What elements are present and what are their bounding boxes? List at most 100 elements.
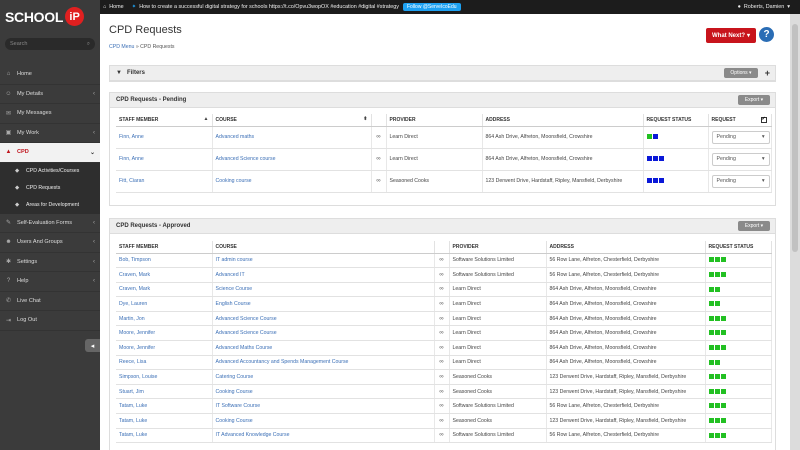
staff-member-link[interactable]: Tatam, Luke <box>116 428 213 444</box>
scrollbar-thumb[interactable] <box>792 24 798 252</box>
col-request-status[interactable]: REQUEST STATUS <box>705 241 772 254</box>
user-menu[interactable]: ● Roberts, Damien ▾ <box>738 4 790 10</box>
link-cell[interactable]: ∞ <box>434 398 450 415</box>
sidebar-item-my-details[interactable]: ☺ My Details ‹ <box>0 85 100 104</box>
course-link[interactable]: Cooking course <box>212 170 372 193</box>
pending-export-button[interactable]: Export ▾ <box>738 95 770 105</box>
sidebar-item-areas-development[interactable]: ◆ Areas for Development <box>0 197 100 214</box>
approved-export-button[interactable]: Export ▾ <box>738 221 770 231</box>
staff-member-link[interactable]: Stuart, Jim <box>116 384 213 400</box>
sidebar-collapse-button[interactable]: ◂ <box>85 339 100 352</box>
status-square <box>646 156 652 162</box>
link-cell[interactable]: ∞ <box>371 126 387 149</box>
staff-member-link[interactable]: Craven, Mark <box>116 282 213 298</box>
col-provider[interactable]: PROVIDER <box>449 241 547 254</box>
sidebar-item-help[interactable]: ? Help ‹ <box>0 272 100 292</box>
course-link[interactable]: Advanced IT <box>212 267 435 283</box>
home-link[interactable]: ⌂ Home <box>103 4 124 10</box>
request-select[interactable]: Pending ▾ <box>711 174 770 188</box>
sidebar-item-log-out[interactable]: ⇥ Log Out <box>0 311 100 331</box>
course-link[interactable]: Science Course <box>212 282 435 298</box>
sidebar-item-cpd[interactable]: ▲ CPD ⌄ <box>0 143 100 163</box>
school-ip-logo[interactable]: SCHOOL iP <box>0 0 100 33</box>
sidebar-item-home[interactable]: ⌂ Home <box>0 65 100 85</box>
course-link[interactable]: Catering Course <box>212 369 435 385</box>
staff-member-link[interactable]: Finn, Anne <box>116 148 213 171</box>
twitter-follow-button[interactable]: Follow @ServeIcoEdu <box>402 3 461 11</box>
col-request-status[interactable]: REQUEST STATUS <box>643 114 709 127</box>
staff-member-link[interactable]: Tatam, Luke <box>116 398 213 415</box>
link-cell[interactable]: ∞ <box>434 325 450 342</box>
col-address[interactable]: ADDRESS <box>546 241 706 254</box>
link-cell[interactable]: ∞ <box>434 282 450 298</box>
col-staff-member[interactable]: STAFF MEMBER <box>116 241 213 254</box>
status-square <box>658 156 664 162</box>
staff-member-link[interactable]: Moore, Jennifer <box>116 340 213 356</box>
course-link[interactable]: Advanced Science Course <box>212 325 435 342</box>
sidebar-item-self-evaluation[interactable]: ✎ Self-Evaluation Forms ‹ <box>0 214 100 233</box>
staff-member-link[interactable]: Fitt, Ciaran <box>116 170 213 193</box>
link-cell[interactable]: ∞ <box>371 170 387 193</box>
col-request[interactable]: REQUEST <box>708 114 772 127</box>
course-link[interactable]: Advanced maths <box>212 126 372 149</box>
link-cell[interactable]: ∞ <box>434 267 450 283</box>
link-cell[interactable]: ∞ <box>434 428 450 444</box>
page-scrollbar[interactable] <box>790 14 800 450</box>
link-cell[interactable]: ∞ <box>434 296 450 312</box>
select-all-checkbox[interactable] <box>760 116 767 123</box>
sidebar-item-my-work[interactable]: ▣ My Work ‹ <box>0 124 100 143</box>
staff-member-link[interactable]: Finn, Anne <box>116 126 213 149</box>
course-link[interactable]: Advanced Accountancy and Spends Manageme… <box>212 355 435 371</box>
add-filter-button[interactable]: + <box>765 68 770 78</box>
help-button[interactable]: ? <box>759 27 774 42</box>
col-staff-member[interactable]: STAFF MEMBER ▲ <box>116 114 213 127</box>
course-link[interactable]: IT Software Course <box>212 398 435 415</box>
twitter-ticker[interactable]: ✦ How to create a successful digital str… <box>132 4 399 10</box>
staff-member-link[interactable]: Simpson, Louise <box>116 369 213 385</box>
staff-member-link[interactable]: Reece, Lisa <box>116 355 213 371</box>
staff-member-link[interactable]: Moore, Jennifer <box>116 325 213 342</box>
sidebar-item-cpd-activities[interactable]: ◆ CPD Activities/Courses <box>0 163 100 180</box>
breadcrumb-cpd-menu[interactable]: CPD Menu <box>109 44 134 50</box>
link-cell[interactable]: ∞ <box>434 340 450 356</box>
request-select[interactable]: Pending ▾ <box>711 152 770 166</box>
filters-panel: ▼ Filters Options ▾ + <box>109 65 776 82</box>
sidebar-item-settings[interactable]: ✱ Settings ‹ <box>0 253 100 272</box>
course-link[interactable]: English Course <box>212 296 435 312</box>
sidebar-item-my-messages[interactable]: ✉ My Messages <box>0 104 100 124</box>
search-input[interactable]: Search <box>10 41 27 47</box>
link-cell[interactable]: ∞ <box>434 311 450 327</box>
course-link[interactable]: IT Advanced Knowledge Course <box>212 428 435 444</box>
sidebar-search[interactable]: Search ⌕ <box>5 38 95 50</box>
link-cell[interactable]: ∞ <box>434 413 450 429</box>
col-course[interactable]: COURSE ⬍ <box>212 114 372 127</box>
sidebar-item-cpd-requests[interactable]: ◆ CPD Requests <box>0 180 100 197</box>
col-provider[interactable]: PROVIDER <box>386 114 483 127</box>
col-address[interactable]: ADDRESS <box>482 114 644 127</box>
sidebar-item-users-groups[interactable]: ☻ Users And Groups ‹ <box>0 233 100 253</box>
link-cell[interactable]: ∞ <box>371 148 387 171</box>
link-cell[interactable]: ∞ <box>434 369 450 385</box>
staff-member-link[interactable]: Tatam, Luke <box>116 413 213 429</box>
user-icon: ● <box>737 4 741 10</box>
sidebar-item-live-chat[interactable]: ✆ Live Chat <box>0 292 100 311</box>
link-cell[interactable]: ∞ <box>434 253 450 269</box>
staff-member-link[interactable]: Craven, Mark <box>116 267 213 283</box>
course-link[interactable]: Advanced Maths Course <box>212 340 435 356</box>
staff-member-link[interactable]: Dye, Lauren <box>116 296 213 312</box>
course-link[interactable]: Advanced Science Course <box>212 311 435 327</box>
course-link[interactable]: Advanced Science course <box>212 148 372 171</box>
request-select[interactable]: Pending ▾ <box>711 130 770 144</box>
filters-header[interactable]: ▼ Filters Options ▾ + <box>110 66 775 81</box>
col-course[interactable]: COURSE <box>212 241 435 254</box>
options-button[interactable]: Options ▾ <box>724 68 758 78</box>
staff-member-link[interactable]: Bob, Timpson <box>116 253 213 269</box>
link-cell[interactable]: ∞ <box>434 384 450 400</box>
course-link[interactable]: Cooking Course <box>212 384 435 400</box>
course-link[interactable]: Cooking Course <box>212 413 435 429</box>
course-link[interactable]: IT admin course <box>212 253 435 269</box>
what-next-button[interactable]: What Next? ▾ <box>706 28 756 43</box>
request-status-cell <box>643 126 709 149</box>
link-cell[interactable]: ∞ <box>434 355 450 371</box>
staff-member-link[interactable]: Martin, Jon <box>116 311 213 327</box>
